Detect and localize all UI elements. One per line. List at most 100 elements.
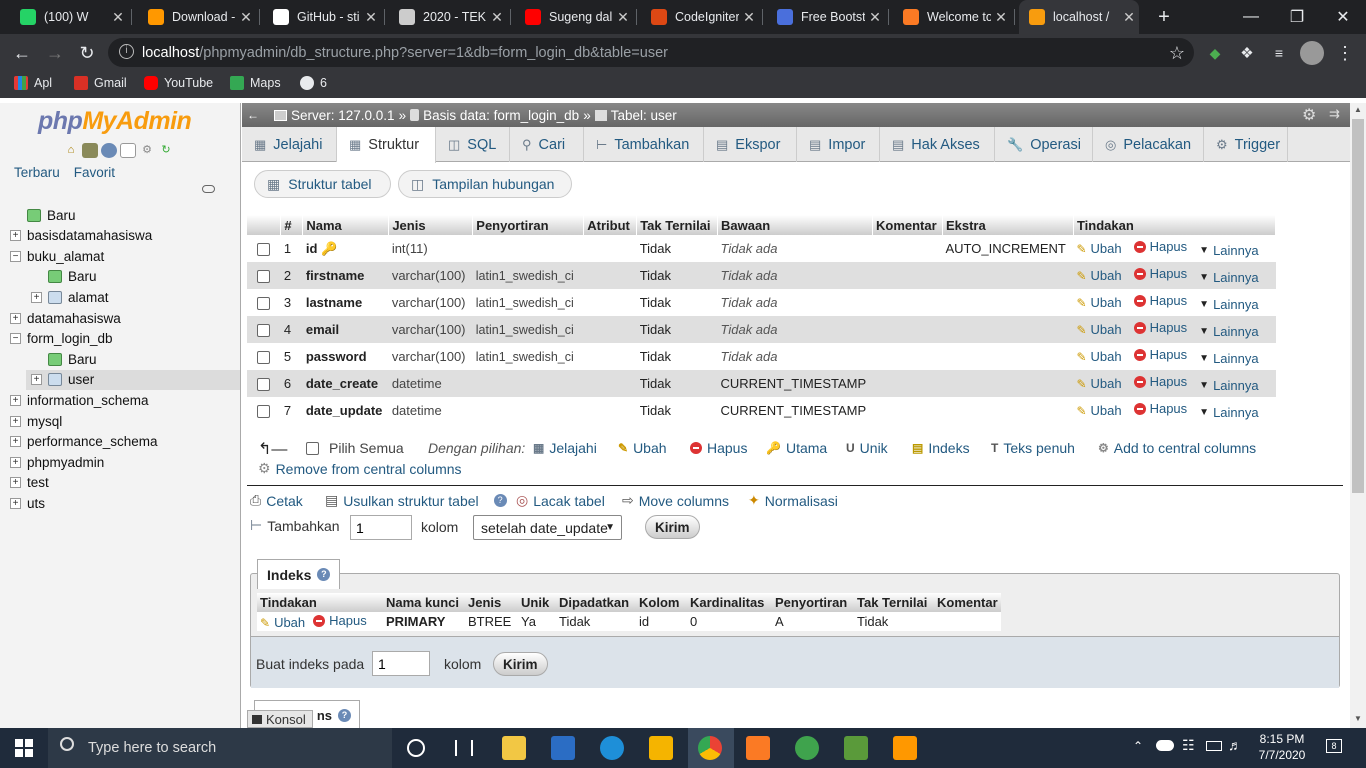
- edit-button[interactable]: ✎ Ubah: [1076, 241, 1121, 256]
- row-checkbox[interactable]: [257, 351, 271, 365]
- expand-icon[interactable]: +: [10, 477, 21, 489]
- link-icon[interactable]: [202, 185, 215, 193]
- collapse-icon[interactable]: −: [10, 333, 21, 345]
- menu-icon[interactable]: ⋮: [1330, 38, 1360, 68]
- bookmark-folder[interactable]: 6: [300, 76, 327, 90]
- edit-button[interactable]: ✎ Ubah: [1076, 349, 1121, 364]
- page-scrollbar[interactable]: ▲ ▼: [1350, 103, 1366, 728]
- restore-button[interactable]: ❐: [1274, 0, 1320, 34]
- task-view-icon[interactable]: [455, 740, 473, 756]
- row-checkbox[interactable]: [257, 378, 271, 392]
- add-column-position-select[interactable]: setelah date_update ▼: [473, 515, 622, 540]
- tree-item[interactable]: + test: [10, 473, 49, 493]
- with-selected-fulltext[interactable]: T Teks penuh: [991, 440, 1075, 456]
- browser-tab[interactable]: GitHub - sti ✕: [263, 0, 381, 34]
- tree-item[interactable]: − form_login_db: [10, 329, 113, 349]
- scroll-up-icon[interactable]: ▲: [1354, 105, 1362, 114]
- expand-icon[interactable]: +: [10, 312, 21, 324]
- tab-browse[interactable]: ▦ Jelajahi: [242, 127, 337, 162]
- expand-icon[interactable]: +: [31, 374, 42, 386]
- taskbar-search[interactable]: Type here to search: [48, 728, 392, 768]
- column-header[interactable]: Nama: [302, 215, 390, 235]
- more-button[interactable]: ▼ Lainnya: [1199, 378, 1258, 393]
- onedrive-icon[interactable]: [1156, 740, 1174, 751]
- column-header[interactable]: Tindakan: [1073, 215, 1277, 235]
- browser-tab[interactable]: (100) W ✕: [10, 0, 128, 34]
- notepad-icon[interactable]: [844, 736, 868, 760]
- new-tab-button[interactable]: +: [1142, 0, 1186, 34]
- browser-tab[interactable]: localhost / ✕: [1019, 0, 1139, 34]
- tab-operations[interactable]: 🔧 Operasi: [995, 127, 1093, 162]
- tab-structure[interactable]: ▦ Struktur: [337, 127, 436, 163]
- reload-nav-icon[interactable]: ↻: [158, 143, 174, 158]
- column-header[interactable]: Jenis: [388, 215, 474, 235]
- track-table-link[interactable]: ◎ Lacak tabel: [516, 492, 605, 509]
- tree-item[interactable]: − buku_alamat: [10, 246, 104, 266]
- store-icon[interactable]: [649, 736, 673, 760]
- expand-icon[interactable]: +: [10, 230, 21, 242]
- more-button[interactable]: ▼ Lainnya: [1199, 405, 1258, 420]
- row-checkbox[interactable]: [257, 270, 271, 284]
- settings-icon[interactable]: ⚙: [139, 143, 155, 158]
- drop-button[interactable]: Hapus: [1133, 320, 1187, 335]
- scrollbar-thumb[interactable]: [1352, 119, 1364, 493]
- browser-tab[interactable]: Welcome to ✕: [893, 0, 1011, 34]
- expand-icon[interactable]: +: [10, 456, 21, 468]
- breadcrumb-table[interactable]: Tabel: user: [594, 108, 677, 123]
- column-header[interactable]: #: [280, 215, 304, 235]
- bookmark-apps[interactable]: Apl: [14, 76, 52, 90]
- close-tab-icon[interactable]: ✕: [487, 9, 507, 26]
- chrome-icon[interactable]: [698, 736, 722, 760]
- docs-icon[interactable]: [120, 143, 136, 158]
- close-tab-icon[interactable]: ✕: [865, 9, 885, 26]
- tab-sql[interactable]: ◫ SQL: [436, 127, 510, 162]
- drop-button[interactable]: Hapus: [1133, 374, 1187, 389]
- notifications-icon[interactable]: 8: [1326, 739, 1342, 753]
- tab-insert[interactable]: ⊢ Tambahkan: [584, 127, 704, 162]
- collapse-icon[interactable]: −: [10, 250, 21, 262]
- normalize-link[interactable]: ✦ Normalisasi: [748, 492, 838, 509]
- column-header[interactable]: Tak Ternilai: [636, 215, 719, 235]
- drop-button[interactable]: Hapus: [1133, 347, 1187, 362]
- tree-item[interactable]: Baru: [31, 267, 97, 287]
- edit-index-button[interactable]: ✎ Ubah: [260, 615, 305, 630]
- tab-import[interactable]: ▤ Impor: [797, 127, 880, 162]
- clock[interactable]: 8:15 PM 7/7/2020: [1250, 731, 1314, 763]
- tree-item[interactable]: + uts: [10, 493, 45, 513]
- close-tab-icon[interactable]: ✕: [236, 9, 256, 26]
- more-button[interactable]: ▼ Lainnya: [1199, 270, 1258, 285]
- row-checkbox[interactable]: [257, 324, 271, 338]
- tree-item[interactable]: + mysql: [10, 411, 62, 431]
- column-header[interactable]: Atribut: [583, 215, 638, 235]
- with-selected-primary[interactable]: 🔑 Utama: [766, 440, 827, 456]
- drop-index-button[interactable]: Hapus: [313, 613, 367, 628]
- more-button[interactable]: ▼ Lainnya: [1199, 297, 1258, 312]
- maximize-icon[interactable]: ⇉: [1329, 106, 1340, 122]
- browser-tab[interactable]: Download - ✕: [138, 0, 256, 34]
- browser-tab[interactable]: 2020 - TEK ✕: [389, 0, 507, 34]
- drop-button[interactable]: Hapus: [1133, 239, 1187, 254]
- cortana-icon[interactable]: [407, 739, 425, 757]
- edit-button[interactable]: ✎ Ubah: [1076, 403, 1121, 418]
- close-tab-icon[interactable]: ✕: [739, 9, 759, 26]
- help-icon[interactable]: ?: [317, 568, 331, 581]
- expand-icon[interactable]: +: [31, 291, 42, 303]
- subtab-table-structure[interactable]: ▦ Struktur tabel: [254, 170, 391, 198]
- favorite-tab[interactable]: Favorit: [72, 164, 117, 181]
- file-explorer-icon[interactable]: [502, 736, 526, 760]
- breadcrumb-server[interactable]: Server: 127.0.0.1: [274, 108, 395, 123]
- puzzle-icon[interactable]: ❖: [1232, 38, 1262, 68]
- close-tab-icon[interactable]: ✕: [361, 9, 381, 26]
- tree-item[interactable]: + datamahasiswa: [10, 308, 121, 328]
- check-all[interactable]: Pilih Semua: [306, 440, 404, 456]
- print-link[interactable]: ⎙ Cetak: [250, 492, 303, 509]
- tab-export[interactable]: ▤ Ekspor: [704, 127, 797, 162]
- propose-structure-link[interactable]: ▤ Usulkan struktur tabel?: [325, 492, 507, 509]
- sublime-icon[interactable]: [893, 736, 917, 760]
- close-tab-icon[interactable]: ✕: [108, 9, 128, 26]
- add-column-count-input[interactable]: [350, 515, 412, 540]
- expand-icon[interactable]: +: [10, 415, 21, 427]
- xampp-icon[interactable]: [746, 736, 770, 760]
- bookmark-gmail[interactable]: Gmail: [74, 76, 127, 90]
- battery-icon[interactable]: [1206, 741, 1222, 751]
